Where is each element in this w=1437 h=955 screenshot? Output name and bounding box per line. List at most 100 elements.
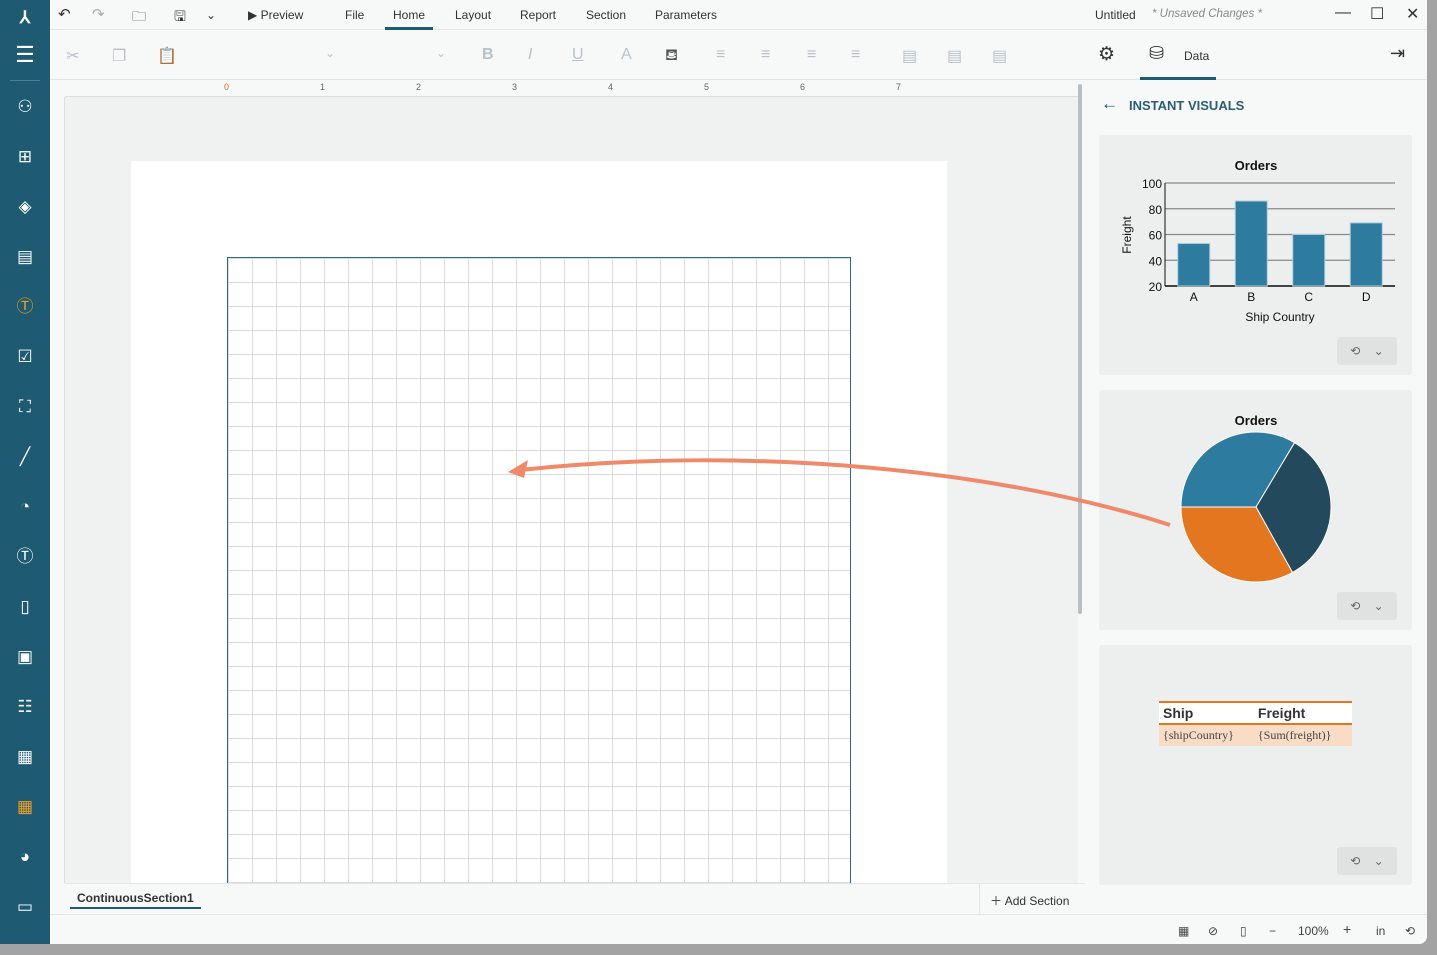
app-logo-icon: ⅄ <box>19 8 31 27</box>
tab-data[interactable]: Data <box>1184 49 1209 63</box>
settings-icon[interactable]: ⚙ <box>1098 43 1115 66</box>
layers-icon[interactable]: ◈ <box>13 195 37 219</box>
left-toolbox: ⅄ ☰ ⚇ ⊞ ◈ ▤ Ⓣ ☑ ⛶ ╱ ◔ Ⓣ ▯ ▣ ☷ ▦ ▦ ◕ ▭ <box>0 0 50 944</box>
italic-icon[interactable]: I <box>528 46 532 64</box>
database-icon[interactable]: ⛁ <box>1149 43 1164 64</box>
justify-icon[interactable]: ≡ <box>851 46 860 64</box>
y-axis-label: Freight <box>1120 216 1134 254</box>
snap-toggle-icon[interactable]: ⊘ <box>1208 924 1218 938</box>
y-tick-label: 80 <box>1149 203 1163 217</box>
cut-icon[interactable]: ✂ <box>66 46 79 66</box>
x-tick-label: D <box>1362 290 1371 304</box>
close-icon[interactable]: ✕ <box>1406 4 1419 24</box>
unit-selector[interactable]: in <box>1376 924 1385 938</box>
bar-chart: Orders 100 80 60 40 20 A B C D Ship Country Freight <box>1120 158 1395 324</box>
back-icon[interactable]: ← <box>1101 94 1118 114</box>
canvas-scrollbar[interactable] <box>1078 84 1082 614</box>
vertical-ruler <box>50 97 65 883</box>
pie-chart-visual[interactable]: Orders ⟲ ⌄ <box>1099 390 1412 630</box>
table-visual[interactable]: Ship Freight {shipCountry} {Sum(freight)} … <box>1099 645 1412 885</box>
barcode-icon[interactable]: ▭ <box>13 895 37 919</box>
tab-layout[interactable]: Layout <box>455 8 491 22</box>
chart-title: Orders <box>1235 158 1278 173</box>
tablix-icon[interactable]: ▦ <box>13 795 37 819</box>
zoom-out-icon[interactable]: − <box>1269 924 1276 938</box>
ruler-toggle-icon[interactable]: ▯ <box>1240 924 1247 938</box>
undo-icon[interactable]: ↶ <box>58 5 71 23</box>
y-tick-label: 60 <box>1149 229 1163 243</box>
valign-top-icon[interactable]: ▤ <box>902 46 917 66</box>
section-tabs-bar: ContinuousSection1 ＋ Add Section <box>65 883 1085 915</box>
image-icon[interactable]: ▣ <box>13 645 37 669</box>
bar <box>1177 243 1211 287</box>
underline-icon[interactable]: U <box>572 46 584 64</box>
bar-chart-visual[interactable]: Orders 100 80 60 40 20 A B C D Ship Country Freight… <box>1099 135 1412 375</box>
formatting-toolbar: ✂ ❐ 📋 ⌄ ⌄ B I U A ⛾ ≡ ≡ ≡ ≡ ▤ ▤ ▤ ⚙ ⛁ Da… <box>50 30 1427 80</box>
add-section-button[interactable]: ＋ Add Section <box>979 884 1079 915</box>
list-icon[interactable]: ☷ <box>13 695 37 719</box>
container-icon[interactable]: ⛶ <box>13 395 37 419</box>
tab-home[interactable]: Home <box>393 8 425 22</box>
collapse-panel-icon[interactable]: ⇥ <box>1390 43 1405 64</box>
shape-icon[interactable]: ◔ <box>13 495 37 519</box>
components-icon[interactable]: ⊞ <box>13 145 37 169</box>
table-icon[interactable]: ▦ <box>13 745 37 769</box>
tree-icon[interactable]: ⚇ <box>13 95 37 119</box>
tab-section[interactable]: Section <box>586 8 626 22</box>
save-icon[interactable]: 🖫 <box>174 6 186 30</box>
maximize-icon[interactable]: ☐ <box>1370 4 1384 24</box>
table-preview: Ship Freight {shipCountry} {Sum(freight)} <box>1159 701 1352 746</box>
design-canvas[interactable] <box>65 97 1078 883</box>
visual-style-button[interactable]: ⟲ ⌄ <box>1337 337 1397 365</box>
subreport-icon[interactable]: ▯ <box>13 595 37 619</box>
menu-icon[interactable]: ☰ <box>13 43 37 67</box>
font-size-dropdown[interactable]: ⌄ <box>436 46 446 60</box>
tab-report[interactable]: Report <box>520 8 556 22</box>
tab-continuous-section[interactable]: ContinuousSection1 <box>70 889 201 909</box>
continuous-section-area[interactable] <box>227 257 851 883</box>
bold-icon[interactable]: B <box>482 46 494 64</box>
tab-file[interactable]: File <box>345 8 364 22</box>
fill-color-icon[interactable]: ⛾ <box>665 46 678 66</box>
instant-visuals-panel: ← INSTANT VISUALS Orders 100 80 60 40 20 A B C D S… <box>1085 80 1427 914</box>
line-icon[interactable]: ╱ <box>13 445 37 469</box>
visual-style-button[interactable]: ⟲ ⌄ <box>1337 592 1397 620</box>
redo-icon[interactable]: ↷ <box>92 5 105 23</box>
valign-bottom-icon[interactable]: ▤ <box>992 46 1007 66</box>
save-dropdown-icon[interactable]: ⌄ <box>206 8 216 22</box>
font-color-icon[interactable]: A <box>621 46 632 64</box>
align-right-icon[interactable]: ≡ <box>807 46 816 64</box>
x-axis-label: Ship Country <box>1245 310 1314 324</box>
y-tick-label: 100 <box>1142 177 1162 191</box>
x-tick-label: B <box>1247 290 1255 304</box>
align-center-icon[interactable]: ≡ <box>761 46 770 64</box>
chart-icon[interactable]: ◕ <box>13 845 37 869</box>
x-tick-label: A <box>1190 290 1198 304</box>
open-icon[interactable]: 🗀 <box>132 6 146 30</box>
section-icon[interactable]: ▤ <box>13 245 37 269</box>
horizontal-ruler: 01234567 <box>65 80 1078 97</box>
zoom-in-icon[interactable]: + <box>1343 921 1351 937</box>
y-tick-label: 20 <box>1149 280 1163 294</box>
input-field-icon[interactable]: Ⓣ <box>13 545 37 569</box>
panel-heading: INSTANT VISUALS <box>1129 98 1245 113</box>
document-title: Untitled <box>1095 8 1136 22</box>
tab-parameters[interactable]: Parameters <box>655 8 717 22</box>
app-window: ⅄ ☰ ⚇ ⊞ ◈ ▤ Ⓣ ☑ ⛶ ╱ ◔ Ⓣ ▯ ▣ ☷ ▦ ▦ ◕ ▭ ↶ … <box>0 0 1427 944</box>
grid-toggle-icon[interactable]: ▦ <box>1178 924 1189 938</box>
preview-button[interactable]: ▶ Preview <box>248 8 303 22</box>
valign-middle-icon[interactable]: ▤ <box>947 46 962 66</box>
theme-icon[interactable]: ⟲ <box>1405 924 1415 938</box>
status-bar: ▦ ⊘ ▯ − 100% + in ⟲ <box>50 914 1427 944</box>
paste-icon[interactable]: 📋 <box>157 46 177 66</box>
copy-icon[interactable]: ❐ <box>112 46 126 66</box>
zoom-level[interactable]: 100% <box>1298 924 1329 938</box>
checkbox-icon[interactable]: ☑ <box>13 345 37 369</box>
bar <box>1234 200 1268 287</box>
visual-style-button[interactable]: ⟲ ⌄ <box>1337 847 1397 875</box>
textbox-icon[interactable]: Ⓣ <box>13 295 37 319</box>
font-family-dropdown[interactable]: ⌄ <box>325 46 335 60</box>
align-left-icon[interactable]: ≡ <box>716 46 725 64</box>
minimize-icon[interactable]: — <box>1335 4 1351 22</box>
bar <box>1349 222 1383 287</box>
